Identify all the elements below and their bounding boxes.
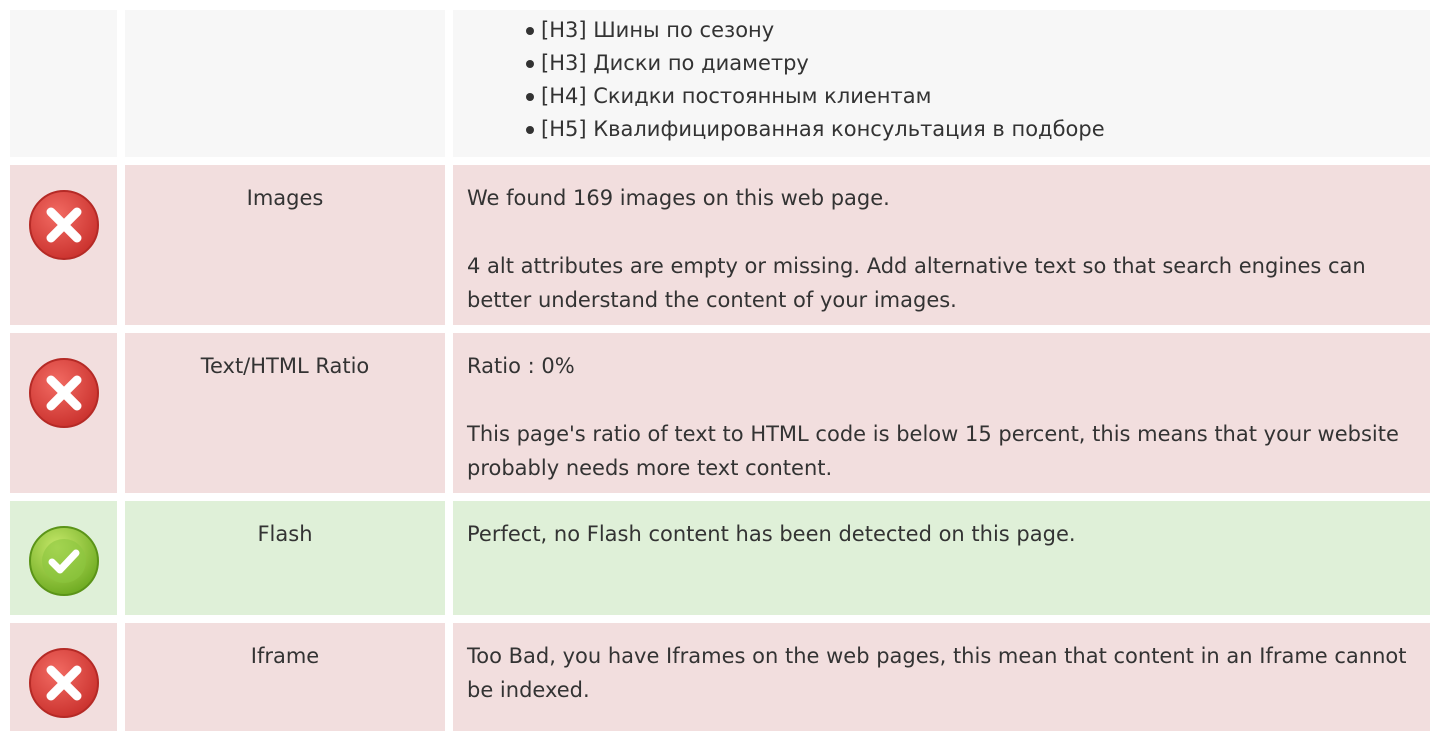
- images-row: Images We found 169 images on this web p…: [0, 165, 1430, 325]
- heading-list-item: [H3] Шины по сезону: [523, 14, 1430, 47]
- headings-list: [H3] Шины по сезону [H3] Диски по диамет…: [523, 14, 1430, 146]
- images-summary: We found 169 images on this web page.: [467, 186, 890, 210]
- ratio-advice: This page's ratio of text to HTML code i…: [467, 422, 1399, 480]
- error-x-icon: [28, 189, 100, 261]
- error-x-icon: [28, 647, 100, 719]
- flash-icon-cell: [10, 501, 117, 615]
- seo-report: [H3] Шины по сезону [H3] Диски по диамет…: [0, 0, 1430, 731]
- images-advice: 4 alt attributes are empty or missing. A…: [467, 254, 1366, 312]
- heading-list-item: [H5] Квалифицированная консультация в по…: [523, 113, 1430, 146]
- text-html-ratio-row: Text/HTML Ratio Ratio : 0% This page's r…: [0, 333, 1430, 493]
- success-check-icon: [28, 525, 100, 597]
- iframe-icon-cell: [10, 623, 117, 731]
- iframe-row: Iframe Too Bad, you have Iframes on the …: [0, 623, 1430, 731]
- headings-icon-cell: [10, 10, 117, 157]
- images-label: Images: [125, 165, 445, 325]
- heading-list-item: [H4] Скидки постоянным клиентам: [523, 80, 1430, 113]
- headings-row: [H3] Шины по сезону [H3] Диски по диамет…: [0, 10, 1430, 157]
- iframe-message: Too Bad, you have Iframes on the web pag…: [467, 644, 1407, 702]
- ratio-content: Ratio : 0% This page's ratio of text to …: [453, 333, 1430, 493]
- images-content: We found 169 images on this web page. 4 …: [453, 165, 1430, 325]
- ratio-icon-cell: [10, 333, 117, 493]
- error-x-icon: [28, 357, 100, 429]
- flash-content: Perfect, no Flash content has been detec…: [453, 501, 1430, 615]
- headings-content-cell: [H3] Шины по сезону [H3] Диски по диамет…: [453, 10, 1430, 157]
- flash-row: Flash Perfect, no Flash content has been…: [0, 501, 1430, 615]
- ratio-label: Text/HTML Ratio: [125, 333, 445, 493]
- images-icon-cell: [10, 165, 117, 325]
- flash-label: Flash: [125, 501, 445, 615]
- ratio-value: Ratio : 0%: [467, 354, 575, 378]
- iframe-label: Iframe: [125, 623, 445, 731]
- iframe-content: Too Bad, you have Iframes on the web pag…: [453, 623, 1430, 731]
- heading-list-item: [H3] Диски по диаметру: [523, 47, 1430, 80]
- flash-message: Perfect, no Flash content has been detec…: [467, 522, 1076, 546]
- headings-label-cell: [125, 10, 445, 157]
